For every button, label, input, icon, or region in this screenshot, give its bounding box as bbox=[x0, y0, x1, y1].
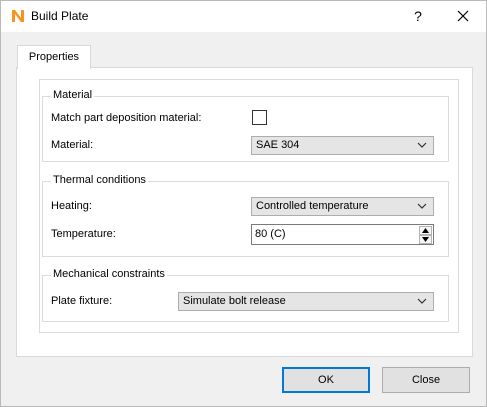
plate-fixture-dropdown[interactable]: Simulate bolt release bbox=[178, 292, 434, 311]
arrow-up-icon bbox=[422, 228, 429, 233]
temperature-label: Temperature: bbox=[51, 228, 116, 240]
material-group-title: Material bbox=[51, 89, 95, 101]
close-icon bbox=[457, 10, 469, 22]
material-value: SAE 304 bbox=[256, 139, 300, 151]
tab-properties[interactable]: Properties bbox=[17, 45, 91, 69]
material-group: Material Match part deposition material:… bbox=[42, 89, 449, 162]
chevron-down-icon bbox=[417, 298, 427, 304]
heating-label: Heating: bbox=[51, 200, 92, 212]
ok-button[interactable]: OK bbox=[282, 367, 370, 393]
help-button[interactable]: ? bbox=[407, 5, 429, 27]
title-bar: Build Plate ? bbox=[1, 1, 486, 32]
close-window-button[interactable] bbox=[451, 5, 475, 27]
temperature-spinbox[interactable]: 80 (C) bbox=[251, 224, 434, 245]
app-logo-icon bbox=[10, 8, 26, 24]
heating-value: Controlled temperature bbox=[256, 200, 369, 212]
mechanical-group: Mechanical constraints Plate fixture: Si… bbox=[42, 268, 449, 322]
heating-dropdown[interactable]: Controlled temperature bbox=[251, 197, 434, 216]
match-material-label: Match part deposition material: bbox=[51, 112, 202, 124]
properties-pane: Material Match part deposition material:… bbox=[16, 67, 473, 357]
chevron-down-icon bbox=[417, 203, 427, 209]
plate-fixture-value: Simulate bolt release bbox=[183, 295, 286, 307]
temperature-value: 80 (C) bbox=[255, 228, 286, 240]
spin-up-button[interactable] bbox=[419, 226, 432, 235]
plate-fixture-label: Plate fixture: bbox=[51, 295, 113, 307]
build-plate-dialog: Build Plate ? Properties Material Match … bbox=[0, 0, 487, 407]
match-material-checkbox[interactable] bbox=[252, 110, 267, 125]
properties-frame: Material Match part deposition material:… bbox=[39, 79, 459, 333]
thermal-group-title: Thermal conditions bbox=[51, 174, 148, 186]
close-button[interactable]: Close bbox=[382, 367, 470, 393]
mechanical-group-title: Mechanical constraints bbox=[51, 268, 167, 280]
window-title: Build Plate bbox=[31, 9, 89, 23]
thermal-group: Thermal conditions Heating: Controlled t… bbox=[42, 174, 449, 257]
material-label: Material: bbox=[51, 139, 94, 151]
material-dropdown[interactable]: SAE 304 bbox=[251, 136, 434, 155]
chevron-down-icon bbox=[417, 142, 427, 148]
arrow-down-icon bbox=[422, 237, 429, 242]
spin-down-button[interactable] bbox=[419, 235, 432, 244]
